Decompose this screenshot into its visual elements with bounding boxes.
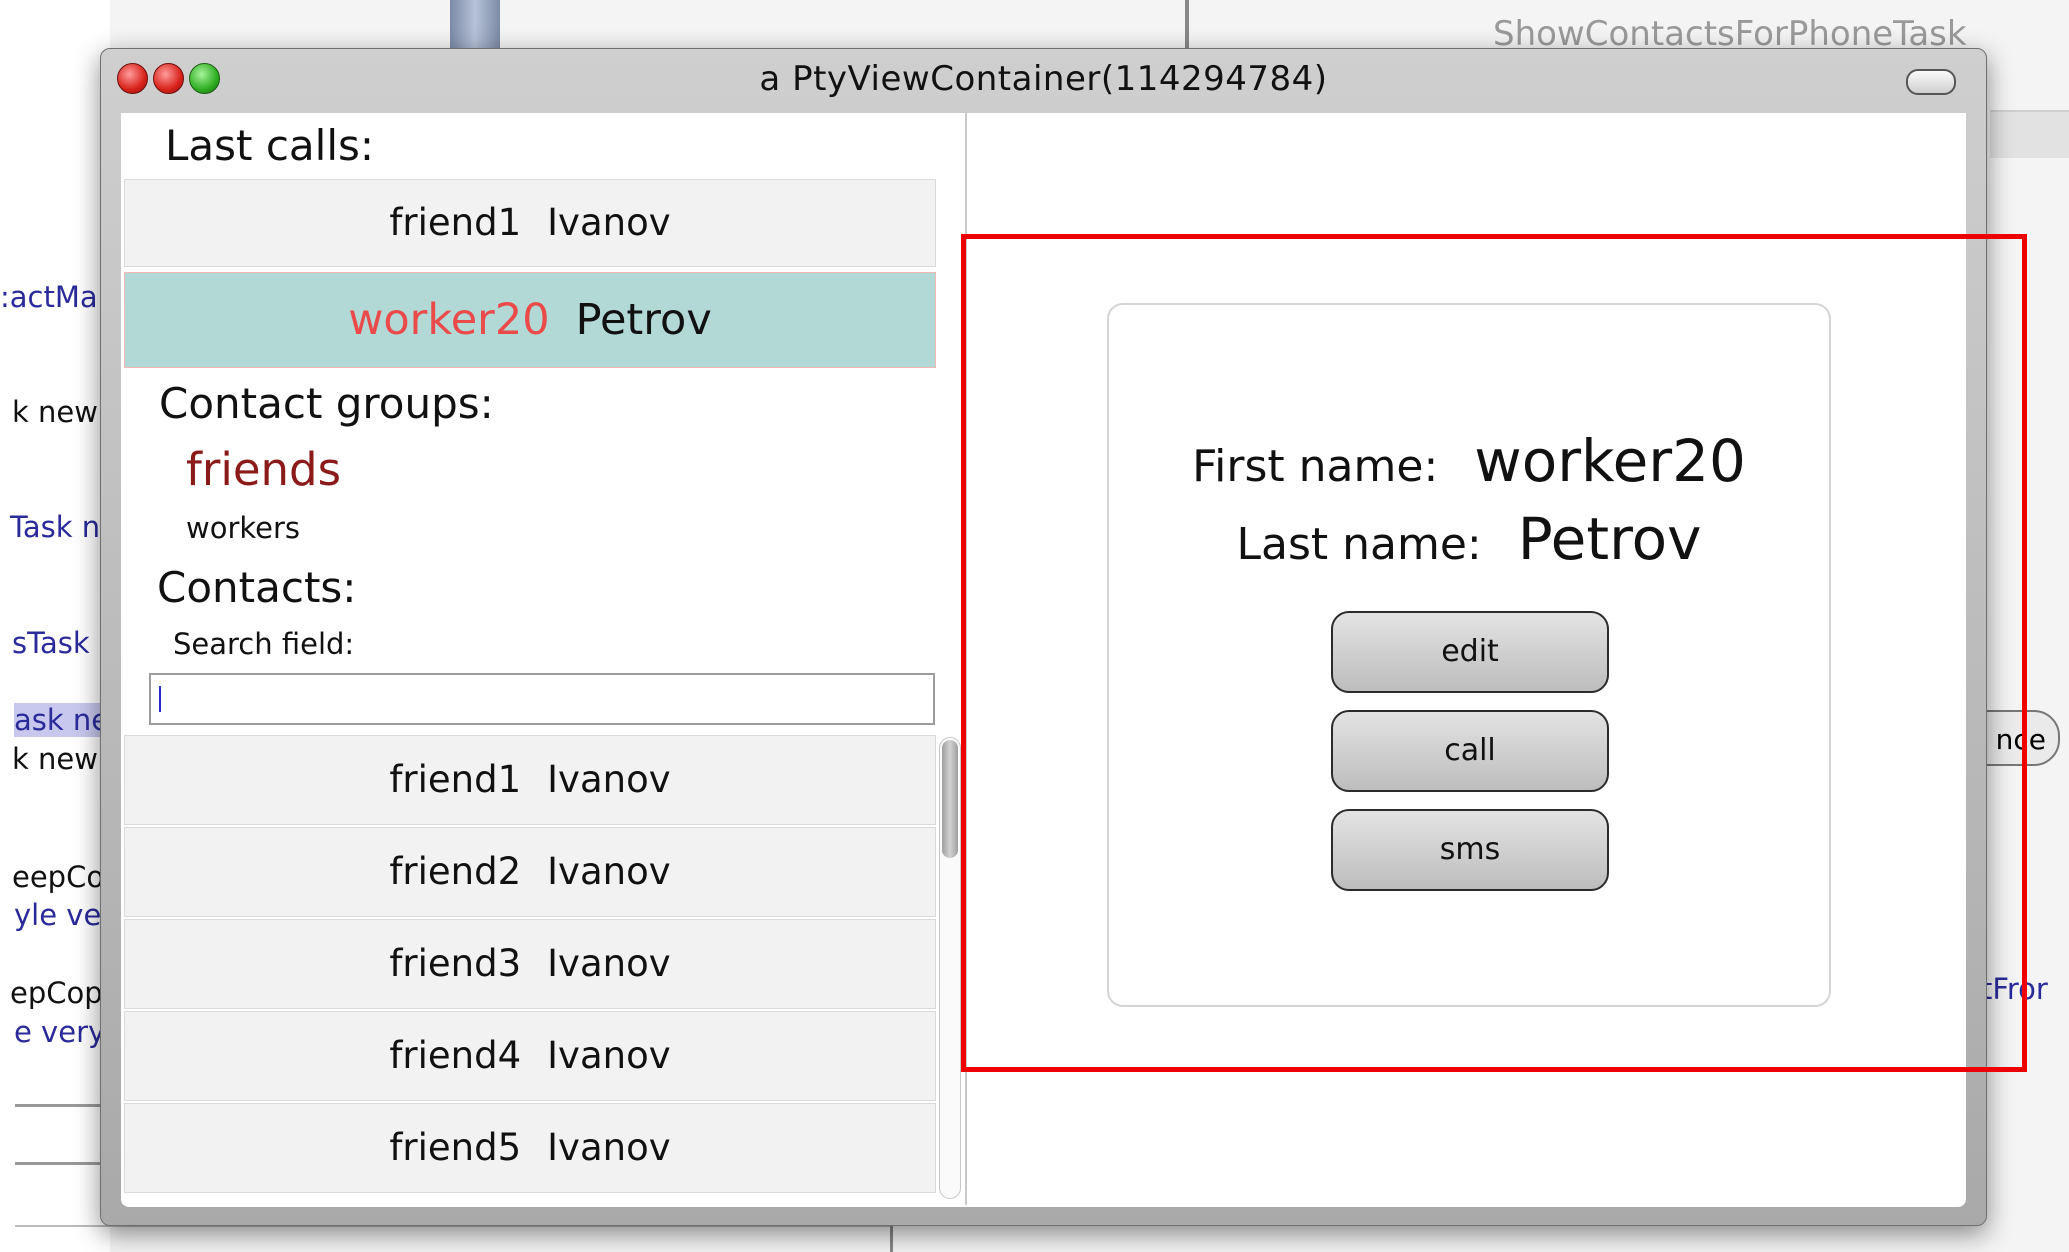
contact-last-name: Ivanov <box>547 201 671 244</box>
contact-last-name: Petrov <box>575 295 712 345</box>
background-splitter <box>450 0 500 55</box>
text-cursor <box>159 686 161 712</box>
contact-list-item[interactable]: friend5 Ivanov <box>124 1103 936 1193</box>
contacts-title: Contacts: <box>157 563 357 612</box>
contact-last-name: Ivanov <box>547 1034 671 1077</box>
contact-last-name: Ivanov <box>547 942 671 985</box>
contact-details-card: First name: worker20 Last name: Petrov edi… <box>1107 303 1831 1007</box>
search-input[interactable] <box>149 673 935 725</box>
contact-list-item[interactable]: friend2 Ivanov <box>124 827 936 917</box>
background-divider <box>15 1104 105 1107</box>
first-name-row: First name: worker20 <box>1109 427 1829 495</box>
background-text: k new <box>12 742 98 776</box>
contact-groups-title: Contact groups: <box>159 379 494 428</box>
toolbar-toggle-icon[interactable] <box>1906 69 1956 95</box>
last-calls-title: Last calls: <box>165 121 375 170</box>
window-titlebar[interactable]: a PtyViewContainer(114294784) <box>101 49 1986 111</box>
background-text: yle ve <box>14 898 102 932</box>
last-call-item[interactable]: friend1 Ivanov <box>124 179 936 267</box>
call-button[interactable]: call <box>1331 710 1609 792</box>
contact-first-name: friend1 <box>389 758 522 801</box>
contacts-panel: Last calls: friend1 Ivanov worker20 Petrov… <box>121 113 967 1205</box>
background-text: eepCo <box>12 860 105 894</box>
contact-last-name: Ivanov <box>547 850 671 893</box>
contact-first-name: worker20 <box>348 295 550 345</box>
last-name-value: Petrov <box>1517 505 1702 573</box>
contact-first-name: friend1 <box>389 201 522 244</box>
contact-first-name: friend3 <box>389 942 522 985</box>
last-name-label: Last name: <box>1236 519 1482 570</box>
contacts-scrollbar[interactable] <box>939 737 961 1199</box>
background-divider <box>1185 0 1189 55</box>
last-name-row: Last name: Petrov <box>1109 505 1829 573</box>
group-item-friends[interactable]: friends <box>186 443 341 496</box>
background-text-highlighted: ask ne <box>14 703 110 737</box>
background-toolbar-strip <box>1990 110 2069 158</box>
background-text: epCop <box>10 976 103 1010</box>
first-name-value: worker20 <box>1474 427 1746 495</box>
first-name-label: First name: <box>1192 441 1439 492</box>
contact-first-name: friend5 <box>389 1126 522 1169</box>
background-divider <box>890 1225 893 1252</box>
contact-last-name: Ivanov <box>547 1126 671 1169</box>
contact-list-item[interactable]: friend3 Ivanov <box>124 919 936 1009</box>
window-title: a PtyViewContainer(114294784) <box>759 59 1328 99</box>
group-item-workers[interactable]: workers <box>186 511 300 545</box>
pty-view-container-window: a PtyViewContainer(114294784) Last calls… <box>100 48 1987 1226</box>
edit-button[interactable]: edit <box>1331 611 1609 693</box>
contact-list-item[interactable]: friend1 Ivanov <box>124 735 936 825</box>
background-text: k new <box>12 395 98 429</box>
background-text: Task n <box>10 510 101 544</box>
background-text: sTask <box>12 626 90 660</box>
search-label: Search field: <box>173 627 355 661</box>
contact-details-panel: First name: worker20 Last name: Petrov edi… <box>967 113 1966 1207</box>
scrollbar-thumb[interactable] <box>942 740 958 858</box>
contact-first-name: friend4 <box>389 1034 522 1077</box>
window-content: Last calls: friend1 Ivanov worker20 Petrov… <box>121 113 1966 1207</box>
background-divider <box>15 1162 105 1165</box>
background-text: :actMa <box>0 280 98 314</box>
contact-last-name: Ivanov <box>547 758 671 801</box>
contact-first-name: friend2 <box>389 850 522 893</box>
background-text: e very <box>14 1015 106 1049</box>
contact-list-item[interactable]: friend4 Ivanov <box>124 1011 936 1101</box>
last-call-item-selected[interactable]: worker20 Petrov <box>124 272 936 368</box>
sms-button[interactable]: sms <box>1331 809 1609 891</box>
